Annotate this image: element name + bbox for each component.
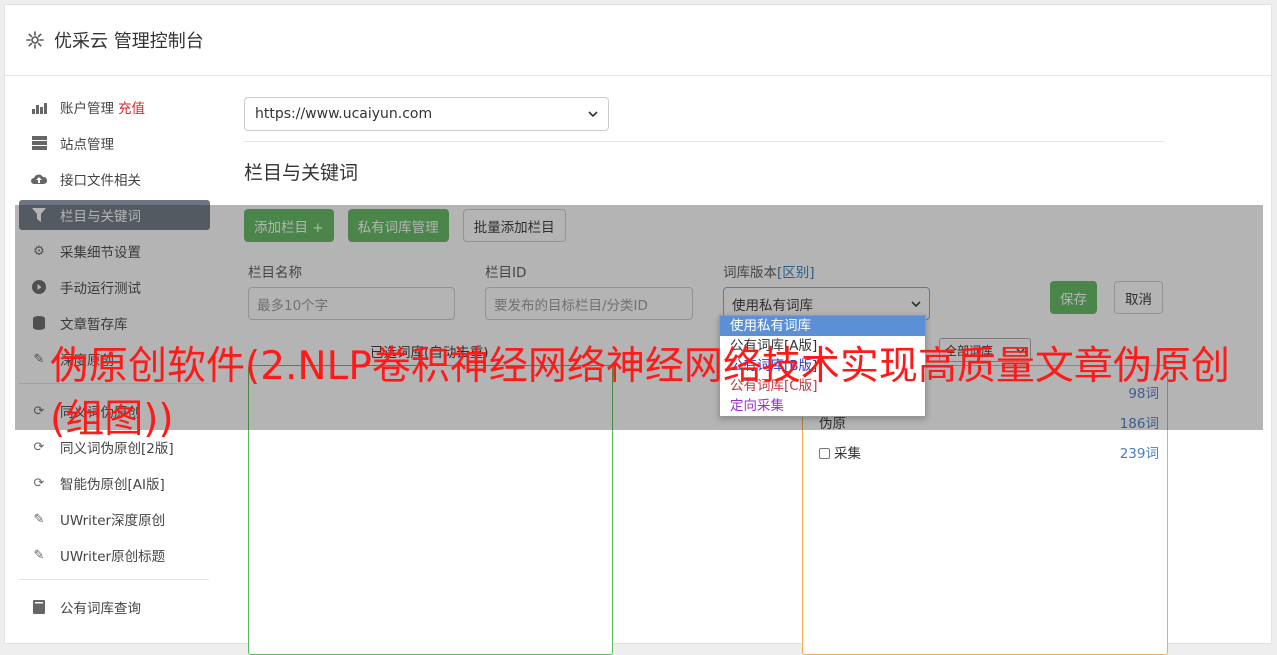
site-select-value: https://www.ucaiyun.com bbox=[255, 106, 433, 122]
sidebar-item-public-lib[interactable]: 公有词库查询 bbox=[19, 592, 210, 622]
refresh-icon: ⟳ bbox=[33, 475, 45, 491]
dropdown-option[interactable]: 使用私有词库 bbox=[720, 316, 925, 336]
sidebar-item-interface[interactable]: 接口文件相关 bbox=[19, 164, 210, 194]
sidebar-item-label: UWriter原创标题 bbox=[60, 549, 166, 565]
section-title: 栏目与关键词 bbox=[244, 162, 359, 184]
edit-icon: ✎ bbox=[33, 511, 45, 527]
sidebar-item-account[interactable]: 账户管理 充值 bbox=[19, 92, 210, 122]
console-header: 优采云 管理控制台 bbox=[5, 5, 1271, 76]
lib-name: 采集 bbox=[834, 446, 861, 462]
gear-icon bbox=[25, 30, 45, 50]
checkbox[interactable] bbox=[819, 448, 830, 459]
sidebar-item-uwriter-title[interactable]: ✎ UWriter原创标题 bbox=[19, 540, 210, 570]
edit-icon: ✎ bbox=[33, 547, 45, 563]
watermark-text: 伪原创软件(2.NLP卷积神经网络神经网络技术实现高质量文章伪原创(组图)) bbox=[50, 344, 1230, 442]
book-icon bbox=[31, 599, 47, 615]
refresh-icon: ⟳ bbox=[33, 439, 45, 455]
sidebar-item-label: 账户管理 bbox=[60, 101, 114, 117]
recharge-link[interactable]: 充值 bbox=[118, 97, 145, 117]
server-icon bbox=[31, 135, 47, 151]
divider bbox=[244, 141, 1164, 142]
page-title: 优采云 管理控制台 bbox=[54, 31, 204, 52]
sidebar-item-label: 公有词库查询 bbox=[60, 601, 141, 617]
sidebar-item-label: 智能伪原创[AI版] bbox=[60, 477, 165, 493]
sidebar-item-ai-rewrite[interactable]: ⟳ 智能伪原创[AI版] bbox=[19, 468, 210, 498]
sidebar-item-label: 站点管理 bbox=[60, 137, 114, 153]
cloud-upload-icon bbox=[31, 171, 47, 187]
sidebar-item-sites[interactable]: 站点管理 bbox=[19, 128, 210, 158]
sidebar-item-label: 接口文件相关 bbox=[60, 173, 141, 189]
sidebar-item-uwriter-deep[interactable]: ✎ UWriter深度原创 bbox=[19, 504, 210, 534]
sidebar-divider bbox=[19, 579, 209, 580]
bar-chart-icon bbox=[31, 99, 47, 115]
sidebar-item-label: UWriter深度原创 bbox=[60, 513, 166, 529]
site-select[interactable]: https://www.ucaiyun.com bbox=[244, 97, 609, 131]
chevron-down-icon bbox=[588, 106, 598, 122]
